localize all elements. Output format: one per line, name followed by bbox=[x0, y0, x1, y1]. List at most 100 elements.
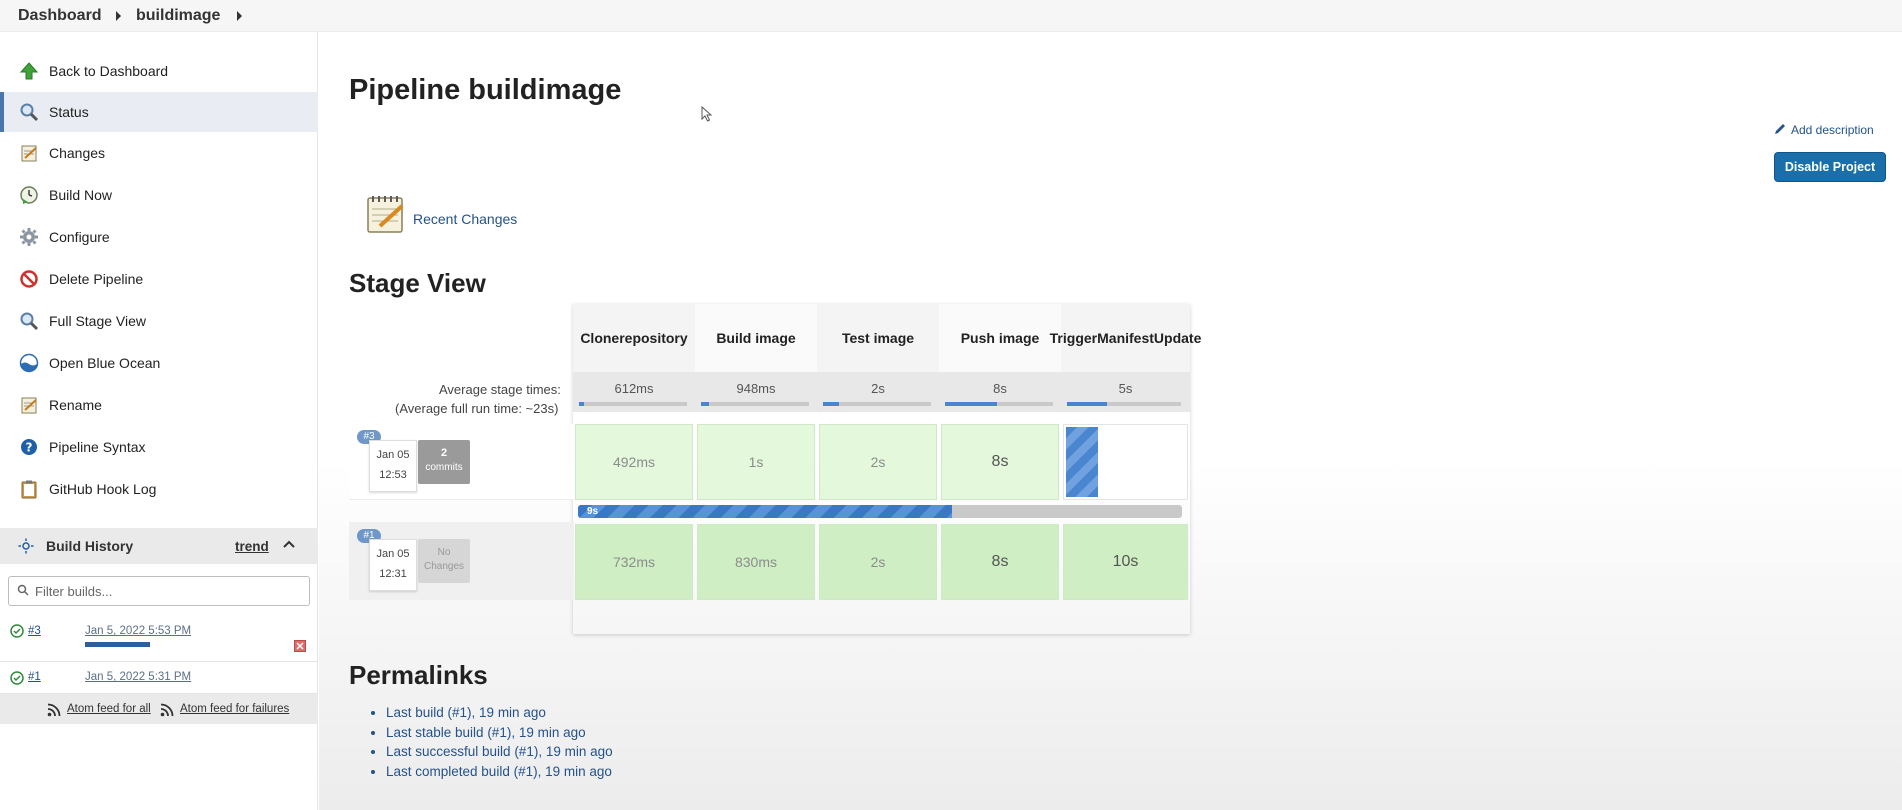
trend-link[interactable]: trend bbox=[235, 539, 269, 554]
build-row[interactable]: #3 Jan 5, 2022 5:53 PM bbox=[0, 616, 318, 662]
avg-time-value: 8s bbox=[993, 381, 1007, 396]
build-number-link[interactable]: #1 bbox=[28, 671, 41, 683]
stage-cell-in-progress[interactable] bbox=[1063, 424, 1188, 500]
stage-header: Test image bbox=[817, 304, 939, 372]
avg-time-bar bbox=[1067, 402, 1181, 406]
sidebar-item-changes[interactable]: Changes bbox=[0, 134, 318, 172]
avg-time-fill bbox=[701, 402, 709, 406]
sidebar-item-status[interactable]: Status bbox=[0, 92, 318, 132]
build-history-title: Build History bbox=[46, 538, 134, 554]
stage-cell[interactable]: 8s bbox=[941, 424, 1059, 500]
build-progress-bar bbox=[85, 642, 150, 647]
avg-time-bar bbox=[701, 402, 809, 406]
stage-cell[interactable]: 492ms bbox=[575, 424, 693, 500]
build-number-link[interactable]: #3 bbox=[28, 625, 41, 637]
page-title: Pipeline buildimage bbox=[349, 74, 622, 106]
breadcrumb-chevron-icon[interactable] bbox=[116, 11, 121, 21]
up-arrow-icon bbox=[18, 60, 40, 82]
avg-stage-times-label: Average stage times: bbox=[439, 382, 561, 397]
main-content: Pipeline buildimage Add description Disa… bbox=[319, 32, 1902, 810]
run-date-box: Jan 05 12:53 bbox=[369, 440, 417, 492]
stage-cell[interactable]: 2s bbox=[819, 524, 937, 600]
stage-cell[interactable]: 732ms bbox=[575, 524, 693, 600]
build-date-link[interactable]: Jan 5, 2022 5:53 PM bbox=[85, 625, 191, 637]
sidebar-item-github-hook-log[interactable]: GitHub Hook Log bbox=[0, 470, 318, 508]
filter-builds-input[interactable]: Filter builds... bbox=[8, 576, 310, 606]
run-changes-box[interactable]: No Changes bbox=[418, 539, 470, 583]
avg-time-value: 2s bbox=[871, 381, 885, 396]
edit-pencil-icon[interactable] bbox=[1773, 122, 1787, 139]
clock-play-icon bbox=[18, 184, 40, 206]
magnifier-icon bbox=[18, 101, 40, 123]
permalink-item: Last stable build (#1), 19 min ago bbox=[386, 725, 613, 745]
breadcrumb: Dashboard buildimage bbox=[0, 0, 1902, 32]
stage-cell[interactable]: 1s bbox=[697, 424, 815, 500]
success-check-icon bbox=[10, 671, 24, 688]
mouse-cursor-icon bbox=[701, 105, 713, 125]
sidebar-item-build-now[interactable]: Build Now bbox=[0, 176, 318, 214]
in-progress-stripe bbox=[1066, 427, 1098, 497]
build-history-header: Build History trend bbox=[0, 528, 318, 564]
breadcrumb-dashboard[interactable]: Dashboard bbox=[18, 7, 102, 25]
sun-icon bbox=[18, 538, 34, 554]
avg-time-fill bbox=[579, 402, 585, 406]
stage-view-title: Stage View bbox=[349, 268, 486, 298]
avg-time-bar bbox=[579, 402, 687, 406]
blue-ocean-icon bbox=[18, 352, 40, 374]
sidebar-item-configure[interactable]: Configure bbox=[0, 218, 318, 256]
breadcrumb-buildimage[interactable]: buildimage bbox=[136, 7, 220, 25]
filter-placeholder: Filter builds... bbox=[35, 584, 113, 599]
disable-project-button[interactable]: Disable Project bbox=[1774, 152, 1886, 182]
sidebar-item-rename[interactable]: Rename bbox=[0, 386, 318, 424]
magnifier-icon bbox=[18, 310, 40, 332]
recent-changes-link[interactable]: Recent Changes bbox=[413, 211, 517, 227]
permalink-item: Last completed build (#1), 19 min ago bbox=[386, 764, 613, 784]
success-check-icon bbox=[10, 624, 24, 641]
cancel-build-icon[interactable] bbox=[294, 640, 306, 652]
avg-time-bar bbox=[823, 402, 931, 406]
chevron-up-icon[interactable] bbox=[282, 538, 296, 555]
run-changes-box[interactable]: 2 commits bbox=[418, 440, 470, 484]
clipboard-icon bbox=[18, 478, 40, 500]
build-date-link[interactable]: Jan 5, 2022 5:31 PM bbox=[85, 671, 191, 683]
sidebar-item-open-blue-ocean[interactable]: Open Blue Ocean bbox=[0, 344, 318, 382]
run-progress-fill bbox=[578, 505, 953, 518]
avg-time-bar bbox=[945, 402, 1053, 406]
notepad-icon bbox=[18, 394, 40, 416]
stage-cell[interactable]: 2s bbox=[819, 424, 937, 500]
stage-cell[interactable]: 8s bbox=[941, 524, 1059, 600]
atom-feed-all-link[interactable]: Atom feed for all bbox=[67, 703, 151, 715]
stage-cell[interactable]: 10s bbox=[1063, 524, 1188, 600]
run-progress-bar: 9s bbox=[578, 505, 1182, 518]
breadcrumb-chevron-icon[interactable] bbox=[237, 11, 242, 21]
atom-feed-failures-link[interactable]: Atom feed for failures bbox=[180, 703, 289, 715]
no-entry-icon bbox=[18, 268, 40, 290]
help-icon: ? bbox=[18, 436, 40, 458]
avg-time-value: 612ms bbox=[614, 381, 654, 396]
build-row[interactable]: #1 Jan 5, 2022 5:31 PM bbox=[0, 662, 318, 694]
sidebar: Back to Dashboard Status Changes Build N… bbox=[0, 32, 318, 810]
stage-header: Push image bbox=[939, 304, 1061, 372]
stage-cell[interactable]: 830ms bbox=[697, 524, 815, 600]
add-description-link[interactable]: Add description bbox=[1791, 123, 1874, 137]
stage-header: Build image bbox=[695, 304, 817, 372]
sidebar-item-pipeline-syntax[interactable]: ? Pipeline Syntax bbox=[0, 428, 318, 466]
atom-feed-bar: Atom feed for all Atom feed for failures bbox=[0, 694, 318, 724]
stage-header: Clone repository bbox=[573, 304, 695, 372]
permalinks-list: Last build (#1), 19 min ago Last stable … bbox=[386, 705, 613, 783]
avg-time-value: 948ms bbox=[736, 381, 776, 396]
avg-time-value: 5s bbox=[1118, 381, 1133, 396]
permalinks-title: Permalinks bbox=[349, 660, 488, 690]
sidebar-item-back-to-dashboard[interactable]: Back to Dashboard bbox=[0, 52, 318, 90]
stage-header: Trigger ManifestUpdate bbox=[1050, 304, 1201, 372]
rss-icon bbox=[160, 703, 174, 720]
rss-icon bbox=[47, 703, 61, 720]
gear-icon bbox=[18, 226, 40, 248]
notepad-icon bbox=[18, 142, 40, 164]
avg-time-fill bbox=[945, 402, 997, 406]
sidebar-item-full-stage-view[interactable]: Full Stage View bbox=[0, 302, 318, 340]
permalink-item: Last build (#1), 19 min ago bbox=[386, 705, 613, 725]
sidebar-item-delete-pipeline[interactable]: Delete Pipeline bbox=[0, 260, 318, 298]
run-progress-label: 9s bbox=[587, 506, 599, 517]
run-date-box: Jan 05 12:31 bbox=[369, 539, 417, 591]
